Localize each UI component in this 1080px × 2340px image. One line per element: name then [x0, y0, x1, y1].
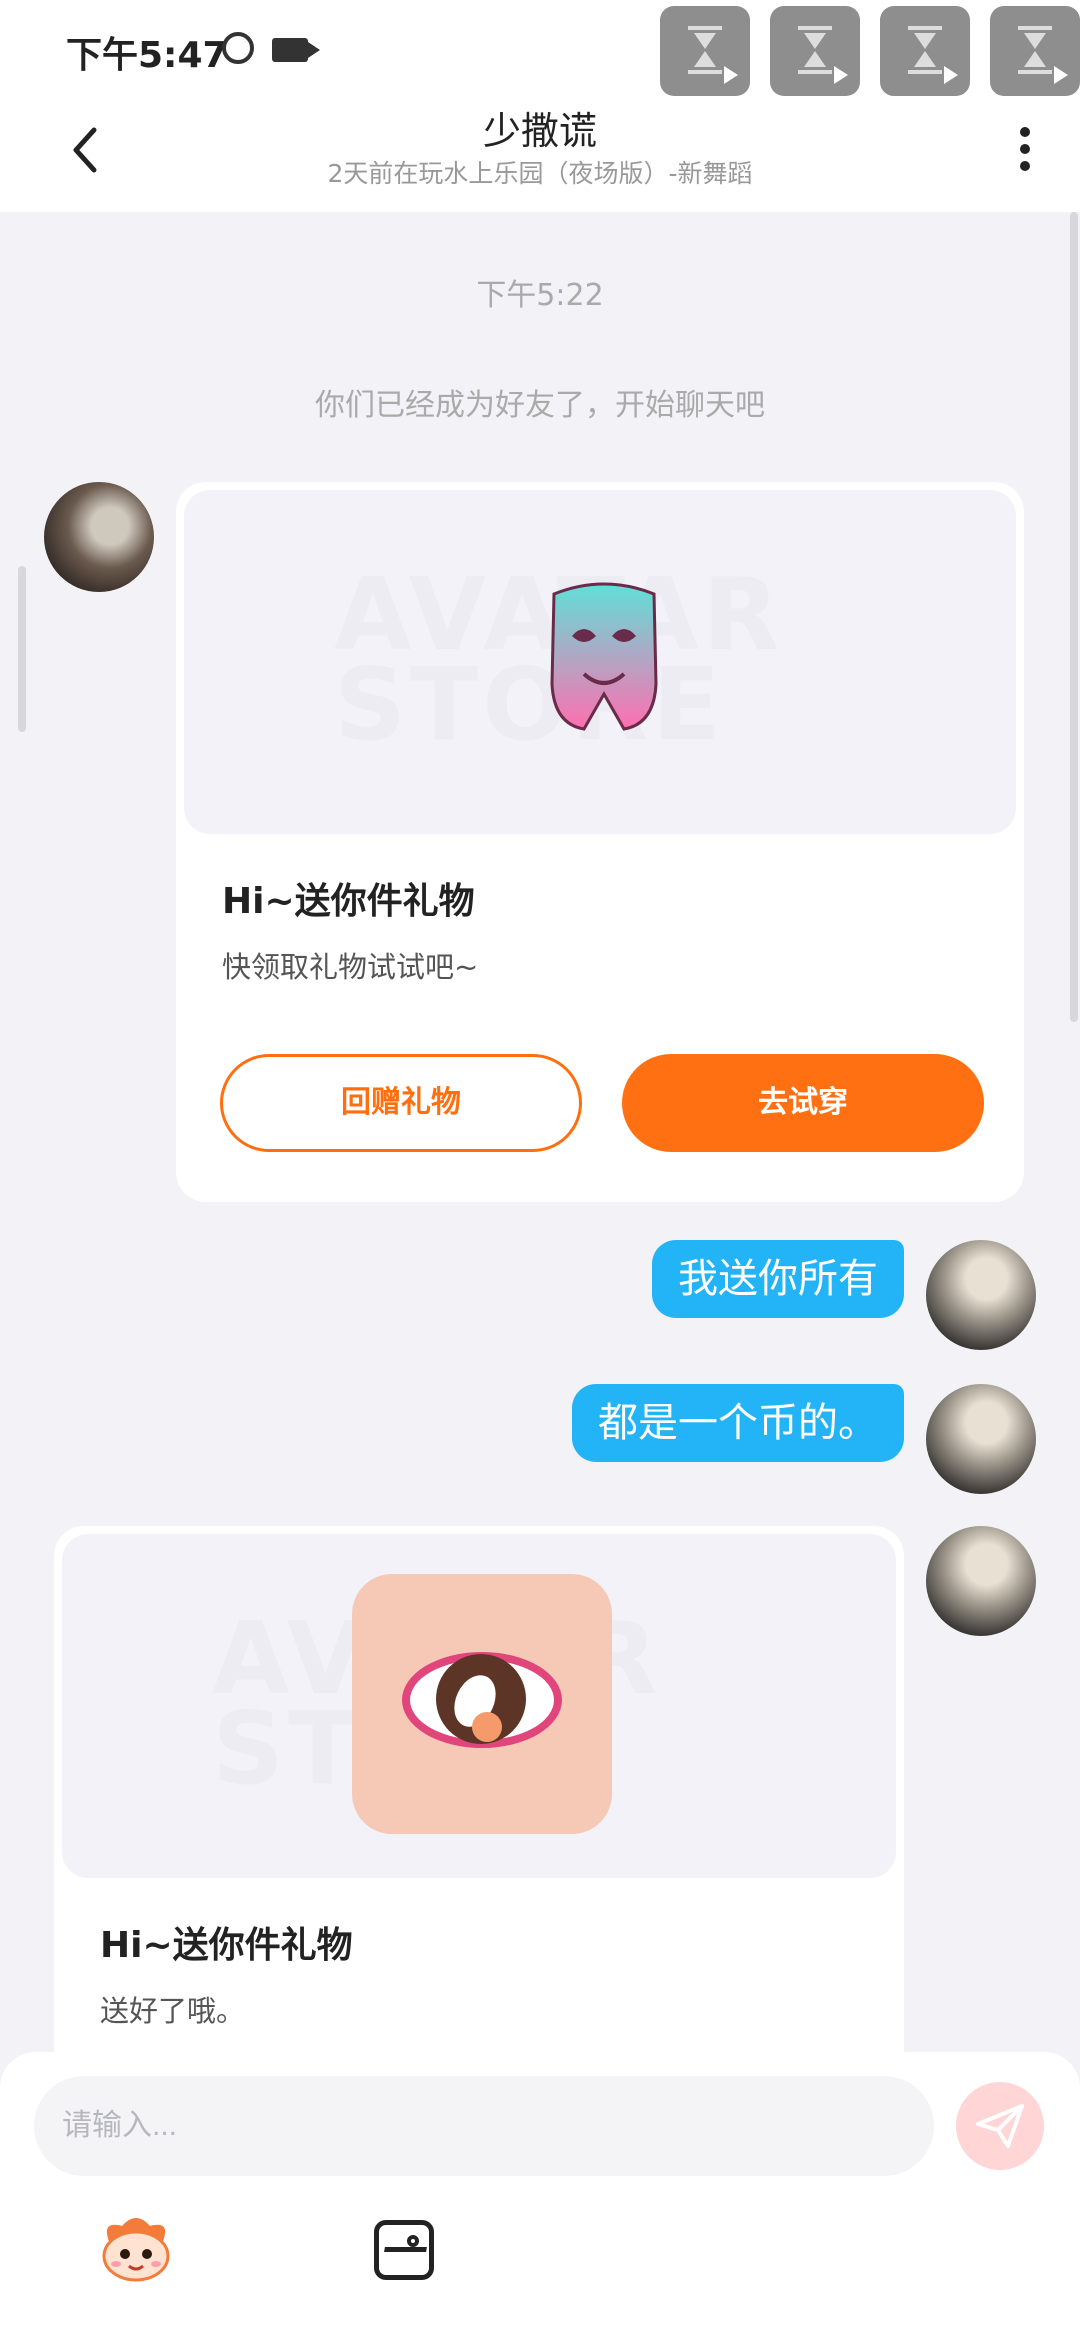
image-picker-button[interactable] — [374, 2220, 434, 2280]
my-avatar[interactable] — [926, 1240, 1036, 1350]
floating-app-icon[interactable] — [880, 6, 970, 96]
gift-description: 送好了哦。 — [100, 1994, 246, 2028]
friend-avatar[interactable] — [44, 482, 154, 592]
more-dot-icon — [1020, 144, 1030, 154]
gift-image-area: AVATAR STORE — [62, 1534, 896, 1878]
outgoing-message-bubble[interactable]: 都是一个币的。 — [572, 1384, 904, 1462]
my-avatar[interactable] — [926, 1384, 1036, 1494]
outgoing-message-bubble[interactable]: 我送你所有 — [652, 1240, 904, 1318]
emoji-sticker-button[interactable] — [96, 2214, 176, 2284]
mask-item-icon — [550, 582, 658, 731]
gift-title: Hi~送你件礼物 — [100, 1925, 353, 1966]
gift-description: 快领取礼物试试吧~ — [222, 950, 479, 984]
chat-message-list[interactable]: 下午5:22 你们已经成为好友了，开始聊天吧 AVATAR STORE Hi~送… — [0, 212, 1080, 2052]
video-icon — [272, 38, 320, 62]
send-button[interactable] — [956, 2082, 1044, 2170]
mascot-sticker-icon — [102, 2218, 170, 2282]
gift-card[interactable]: AVATAR STORE Hi~送你件礼物 送好了哦。 — [54, 1526, 904, 2052]
floating-app-icon[interactable] — [990, 6, 1080, 96]
status-time: 下午5:47 — [66, 35, 228, 76]
my-avatar[interactable] — [926, 1526, 1036, 1636]
status-bar: 下午5:47 — [0, 0, 1080, 96]
input-panel: 请输入... — [0, 2052, 1080, 2340]
try-on-button[interactable]: 去试穿 — [622, 1054, 984, 1152]
gift-image-area: AVATAR STORE — [184, 490, 1016, 834]
image-icon — [407, 2235, 419, 2247]
send-icon — [976, 2104, 1024, 2148]
page-subtitle: 2天前在玩水上乐园（夜场版）-新舞蹈 — [327, 159, 753, 188]
eye-makeup-item-icon — [352, 1574, 612, 1834]
scrollbar — [18, 566, 26, 732]
floating-app-icon[interactable] — [660, 6, 750, 96]
system-message: 你们已经成为好友了，开始聊天吧 — [315, 388, 765, 423]
more-dot-icon — [1020, 161, 1030, 171]
alarm-icon — [222, 32, 254, 64]
gift-title: Hi~送你件礼物 — [222, 881, 475, 922]
floating-app-icon[interactable] — [770, 6, 860, 96]
time-separator: 下午5:22 — [476, 278, 604, 313]
more-dot-icon — [1020, 127, 1030, 137]
gift-card[interactable]: AVATAR STORE Hi~送你件礼物 快领取礼物试试吧~ 回赠礼物 去试穿 — [176, 482, 1024, 1202]
more-options-button[interactable] — [1010, 120, 1040, 180]
scrollbar[interactable] — [1070, 212, 1078, 1022]
page-title[interactable]: 少撒谎 — [0, 100, 1080, 155]
message-input[interactable]: 请输入... — [34, 2076, 934, 2176]
return-gift-button[interactable]: 回赠礼物 — [220, 1054, 582, 1152]
store-watermark: AVATAR STORE — [334, 565, 780, 763]
chat-header: 少撒谎 2天前在玩水上乐园（夜场版）-新舞蹈 — [0, 96, 1080, 212]
